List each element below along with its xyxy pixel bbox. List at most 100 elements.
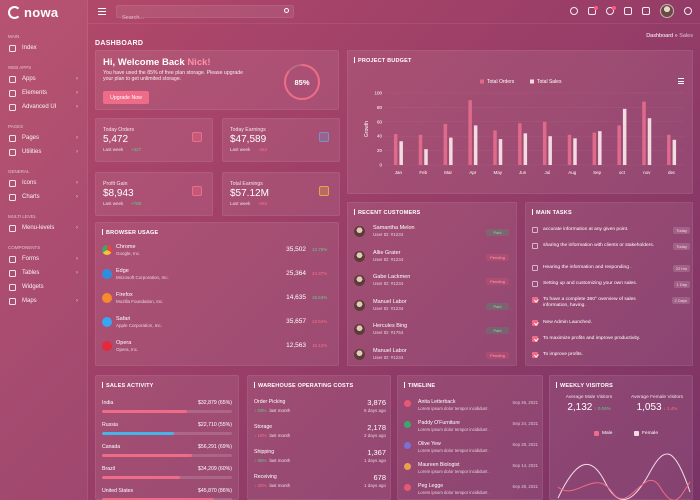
browser-usage-title: BROWSER USAGE — [96, 223, 338, 236]
customer-row[interactable]: Hercules Bing User ID: #1754 Paid — [354, 323, 509, 343]
chrome-icon — [102, 245, 112, 255]
task-checkbox[interactable] — [532, 320, 538, 326]
nav-item-icon — [9, 255, 16, 263]
task-checkbox[interactable] — [532, 227, 538, 233]
female-visitors: Average Female Visitors 1,053 ↓ 1.4% — [622, 395, 692, 413]
sidebar-item-maps[interactable]: Maps › — [0, 294, 87, 308]
task-checkbox[interactable] — [532, 243, 538, 249]
customer-name: Hercules Bing — [373, 323, 408, 329]
sidebar-item-charts[interactable]: Charts › — [0, 190, 87, 204]
customer-row[interactable]: Manuel Labor User ID: #1234 Pending — [354, 348, 509, 368]
sidebar-item-utilities[interactable]: Utilities › — [0, 145, 87, 159]
timeline-card: TIMELINE Anita Letterback Lorem ipsum dol… — [397, 375, 543, 500]
sidebar-item-advanced-ui[interactable]: Advanced UI › — [0, 100, 87, 114]
customer-row[interactable]: Allie Grater User ID: #1234 Pending — [354, 250, 509, 270]
timeline-date: Sep 28, 2021 — [512, 484, 538, 489]
timeline-title: TIMELINE — [398, 376, 542, 389]
breadcrumb: Dashboard » Sales — [646, 33, 693, 39]
chevron-right-icon: › — [76, 90, 78, 96]
sales-value: $22,710 (55%) — [197, 422, 232, 428]
sidebar-item-menu-levels[interactable]: Menu-levels › — [0, 221, 87, 235]
sidebar-item-tables[interactable]: Tables › — [0, 266, 87, 280]
gear-icon[interactable] — [684, 7, 692, 15]
warehouse-item-trend: ↓ 25% — [254, 483, 267, 488]
browser-company: Opera, Inc. — [116, 347, 139, 352]
globe-icon[interactable] — [570, 7, 578, 15]
sidebar-item-pages[interactable]: Pages › — [0, 131, 87, 145]
user-avatar[interactable] — [660, 4, 674, 18]
task-checkbox[interactable] — [532, 352, 538, 358]
bar-total-orders — [567, 134, 572, 165]
task-checkbox[interactable] — [532, 336, 538, 342]
timeline-desc: Lorem ipsum dolor tempor incididunt . — [418, 427, 490, 432]
task-checkbox[interactable] — [532, 297, 538, 303]
task-checkbox[interactable] — [532, 281, 538, 287]
customer-row[interactable]: Gabe Lackmen User ID: #1234 Pending — [354, 274, 509, 294]
brand-logo[interactable]: nowa — [0, 0, 87, 24]
recent-customers-card: RECENT CUSTOMERS Samantha Melon User ID: … — [347, 202, 517, 366]
customer-id: User ID: #1234 — [373, 281, 404, 286]
nav-section-title: MULTI LEVEL — [8, 214, 37, 219]
customer-name: Gabe Lackmen — [373, 274, 411, 280]
timeline-name: Paddy O'Furniture — [418, 420, 460, 426]
sales-progress-track — [102, 476, 232, 479]
sidebar-item-forms[interactable]: Forms › — [0, 252, 87, 266]
sidebar-item-widgets[interactable]: Widgets — [0, 280, 87, 294]
weekly-visitors-title: WEEKLY VISITORS — [550, 376, 692, 389]
sales-row: India $32,879 (65%) — [102, 400, 232, 422]
timeline-desc: Lorem ipsum dolor tempor incididunt . — [418, 406, 490, 411]
warehouse-item-value: 2,178 — [367, 423, 386, 432]
task-text: accurate information at any given point. — [543, 227, 629, 232]
timeline-item: Maureen Biologist Lorem ipsum dolor tempo… — [404, 462, 538, 480]
fullscreen-icon[interactable] — [624, 7, 632, 15]
bell-icon[interactable] — [606, 6, 616, 15]
budget-chart: 0 20 40 60 80 100 Growth Jan Feb Mar Apr May Jun Jul A… — [364, 79, 684, 175]
sidebar: nowa MAIN Index WEB APPS Apps › Elements › Adva… — [0, 0, 88, 500]
weekly-visitors-card: WEEKLY VISITORS Average Male Visitors 2,… — [549, 375, 693, 500]
cart-icon[interactable] — [192, 132, 202, 142]
sales-value: $34,209 (60%) — [197, 466, 232, 472]
mail-icon[interactable] — [588, 6, 598, 15]
export-icon[interactable] — [192, 186, 202, 196]
sidebar-item-elements[interactable]: Elements › — [0, 86, 87, 100]
search-input[interactable] — [117, 12, 267, 24]
upgrade-button[interactable]: Upgrade Now — [103, 91, 149, 104]
x-tick-label: nov — [643, 170, 651, 175]
warehouse-item-ago: 1 days ago — [363, 458, 386, 463]
welcome-username: Nick! — [187, 57, 211, 68]
sidebar-item-apps[interactable]: Apps › — [0, 72, 87, 86]
x-tick-label: Feb — [419, 170, 427, 175]
warehouse-item-ago: 2 days ago — [363, 433, 386, 438]
legend-male: Male — [594, 431, 612, 436]
stat-period: Last week — [103, 201, 124, 206]
customer-avatar — [354, 348, 365, 360]
sidebar-right-icon[interactable] — [642, 7, 650, 15]
timeline-date: Sep 14, 2021 — [512, 463, 538, 468]
legend-label: Total Orders — [487, 79, 515, 85]
nav-item-icon — [9, 179, 16, 187]
nav-item-icon — [9, 89, 16, 97]
chevron-right-icon: › — [76, 270, 78, 276]
customer-id: User ID: #1234 — [373, 256, 404, 262]
menu-toggle-icon[interactable] — [98, 8, 106, 17]
warehouse-item-value: 678 — [373, 473, 386, 482]
customer-row[interactable]: Manuel Labor User ID: #1234 Paid — [354, 299, 509, 319]
task-due-badge: 22 hrs — [672, 265, 690, 272]
sidebar-item-icons[interactable]: Icons › — [0, 176, 87, 190]
customer-row[interactable]: Samantha Melon User ID: #1234 Paid — [354, 225, 509, 245]
bar-total-sales — [473, 125, 478, 165]
breadcrumb-item[interactable]: Dashboard — [646, 33, 673, 39]
sidebar-item-index[interactable]: Index — [0, 41, 87, 55]
task-text: Hearing the information and responding . — [543, 265, 632, 270]
x-tick-label: Jul — [545, 170, 551, 175]
dollar-icon[interactable] — [319, 132, 329, 142]
search-icon[interactable] — [284, 8, 289, 13]
logo-icon — [8, 5, 21, 19]
sales-progress-track — [102, 454, 232, 457]
wallet-icon[interactable] — [319, 186, 329, 196]
sidebar-item-label: Maps — [22, 298, 37, 304]
sales-progress-fill — [102, 432, 174, 435]
sales-row: United States $45,870 (86%) — [102, 488, 232, 500]
task-checkbox[interactable] — [532, 265, 538, 271]
y-tick-label: 100 — [374, 91, 382, 96]
